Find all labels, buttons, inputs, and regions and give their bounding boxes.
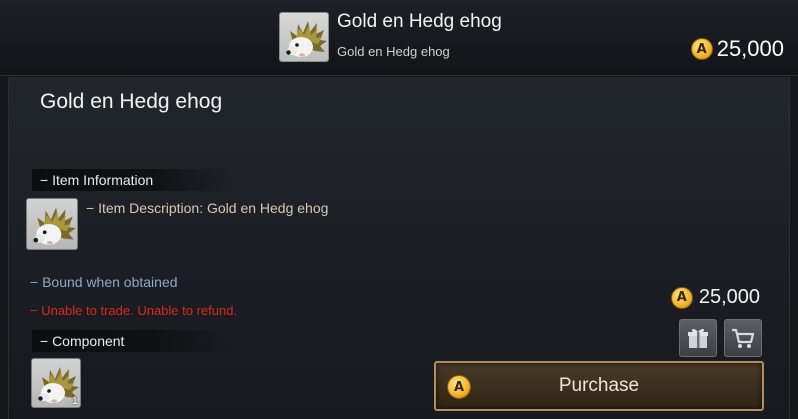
trade-refund-warning: − Unable to trade. Unable to refund. bbox=[30, 303, 238, 318]
purchase-button[interactable]: A Purchase bbox=[434, 361, 764, 411]
hedgehog-icon[interactable] bbox=[26, 198, 78, 250]
coin-a-icon: A bbox=[690, 38, 713, 60]
shop-header: Gold en Hedg ehog Gold en Hedg ehog A 25… bbox=[0, 0, 798, 76]
hedgehog-icon bbox=[279, 12, 329, 62]
coin-a-icon: A bbox=[447, 375, 471, 399]
gift-button[interactable] bbox=[679, 319, 717, 357]
component-count: 1 bbox=[71, 395, 78, 407]
bound-notice: − Bound when obtained bbox=[30, 274, 178, 290]
component-header: − Component bbox=[32, 330, 232, 352]
coin-a-icon: A bbox=[670, 286, 693, 309]
item-information-header: − Item Information bbox=[32, 169, 232, 191]
purchase-button-label: Purchase bbox=[558, 375, 640, 396]
item-description: − Item Description: Gold en Hedg ehog bbox=[86, 200, 329, 216]
item-name: Gold en Hedg ehog bbox=[40, 90, 223, 113]
component-hedgehog-icon[interactable]: 1 bbox=[31, 358, 81, 408]
gift-icon bbox=[688, 328, 708, 348]
cart-icon bbox=[732, 328, 755, 348]
cart-button[interactable] bbox=[724, 319, 762, 357]
header-price-amount: 25,000 bbox=[716, 36, 784, 61]
header-title: Gold en Hedg ehog bbox=[337, 11, 502, 32]
purchase-price-amount: 25,000 bbox=[698, 286, 760, 308]
header-price: A 25,000 bbox=[690, 36, 784, 62]
purchase-price: A 25,000 bbox=[670, 286, 760, 309]
header-subtitle: Gold en Hedg ehog bbox=[337, 44, 450, 59]
